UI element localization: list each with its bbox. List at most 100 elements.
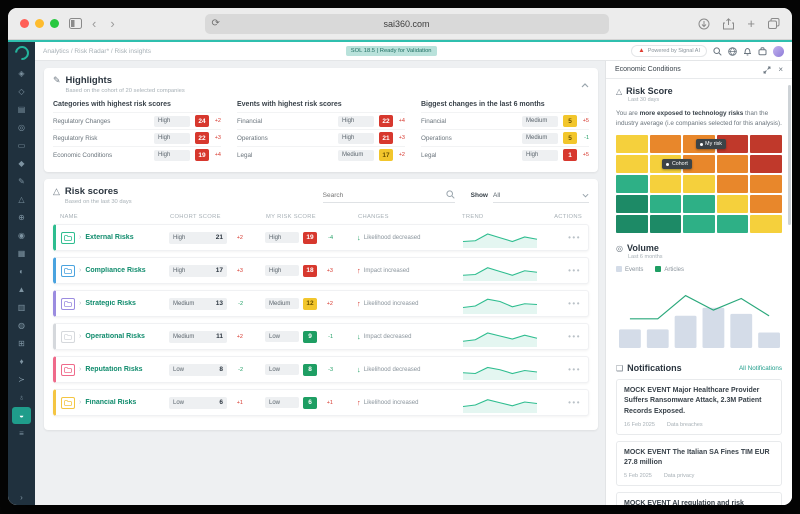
- nav-tag-icon[interactable]: ◇: [12, 83, 31, 100]
- maximize-window-button[interactable]: [50, 19, 59, 28]
- expand-row-chevron-icon[interactable]: ›: [79, 399, 81, 406]
- user-avatar[interactable]: [773, 45, 784, 57]
- nav-table-icon[interactable]: ⊞: [12, 335, 31, 352]
- heatmap-cell[interactable]: [750, 195, 782, 214]
- breadcrumb[interactable]: Analytics / Risk Radar* / Risk insights: [43, 48, 151, 55]
- nav-card-icon[interactable]: ▭: [12, 137, 31, 154]
- nav-risk-icon[interactable]: △: [12, 191, 31, 208]
- heatmap-cell[interactable]: [750, 215, 782, 234]
- heatmap-cell[interactable]: [750, 155, 782, 174]
- tab-overview-icon[interactable]: [768, 18, 780, 29]
- nav-grid-icon[interactable]: ▦: [12, 245, 31, 262]
- close-window-button[interactable]: [20, 19, 29, 28]
- search-input[interactable]: [322, 191, 446, 199]
- heatmap-cell[interactable]: [649, 175, 682, 194]
- expand-row-chevron-icon[interactable]: ›: [79, 366, 81, 373]
- risk-name[interactable]: Strategic Risks: [85, 300, 136, 307]
- heatmap-cell[interactable]: [750, 135, 782, 154]
- search-icon[interactable]: [713, 46, 722, 56]
- heatmap-cell[interactable]: [716, 175, 749, 194]
- heatmap-cell[interactable]: [683, 215, 715, 234]
- nav-gem-icon[interactable]: ♦: [12, 353, 31, 370]
- expand-row-chevron-icon[interactable]: ›: [79, 234, 81, 241]
- nav-edit-icon[interactable]: ✎: [12, 173, 31, 190]
- risk-table-row[interactable]: › Financial Risks Low 6 +1 Low 6 +1 ↑ Likelihood …: [53, 389, 589, 416]
- nav-modules-icon[interactable]: ▤: [12, 101, 31, 118]
- risk-name[interactable]: Compliance Risks: [85, 267, 145, 274]
- risk-name[interactable]: External Risks: [85, 234, 133, 241]
- risk-table-row[interactable]: › Strategic Risks Medium 13 -2 Medium 12 +2 ↑ Lik…: [53, 290, 589, 317]
- risk-name[interactable]: Operational Risks: [85, 333, 145, 340]
- nav-target-icon[interactable]: ◎: [12, 119, 31, 136]
- nav-diamond-icon[interactable]: ◆: [12, 155, 31, 172]
- legend-events[interactable]: Events: [616, 266, 643, 273]
- nav-flow-icon[interactable]: ≻: [12, 371, 31, 388]
- row-actions-menu[interactable]: •••: [547, 365, 581, 374]
- row-actions-menu[interactable]: •••: [547, 266, 581, 275]
- heatmap-cell[interactable]: [683, 195, 715, 214]
- risk-table-row[interactable]: › Compliance Risks High 17 +3 High 18 +3 ↑ Impact…: [53, 257, 589, 284]
- heatmap-cell[interactable]: [716, 155, 749, 174]
- row-actions-menu[interactable]: •••: [547, 233, 581, 242]
- notification-card[interactable]: MOCK EVENT Major Healthcare Provider Suf…: [616, 379, 782, 435]
- expand-icon[interactable]: [763, 61, 771, 79]
- heatmap-cell[interactable]: [716, 195, 749, 214]
- nav-layers-icon[interactable]: ▥: [12, 299, 31, 316]
- close-icon[interactable]: ×: [778, 65, 783, 74]
- sidebar-toggle-icon[interactable]: [69, 18, 82, 29]
- sidebar-expand-chevron-icon[interactable]: ›: [20, 493, 23, 502]
- minimize-window-button[interactable]: [35, 19, 44, 28]
- nav-globe-icon[interactable]: ⊕: [12, 209, 31, 226]
- heatmap-cell[interactable]: [616, 195, 648, 214]
- new-tab-icon[interactable]: +: [747, 17, 755, 30]
- risk-table-row[interactable]: › Operational Risks Medium 11 +2 Low 9 -1 ↓ Impac…: [53, 323, 589, 350]
- nav-shield-icon[interactable]: ◐: [12, 263, 31, 280]
- search-magnifier-icon[interactable]: [446, 186, 455, 204]
- expand-row-chevron-icon[interactable]: ›: [79, 333, 81, 340]
- powered-by-pill[interactable]: ▲ Powered by Signal AI: [631, 45, 707, 57]
- risk-heatmap[interactable]: My risk Cohort: [616, 135, 782, 234]
- heatmap-cell[interactable]: [683, 175, 715, 194]
- heatmap-cell[interactable]: [750, 175, 782, 194]
- heatmap-cell[interactable]: [649, 215, 682, 234]
- reload-icon[interactable]: ⟳: [212, 18, 220, 29]
- forward-button[interactable]: ›: [110, 16, 114, 31]
- heatmap-cell[interactable]: [616, 175, 648, 194]
- nav-record-icon[interactable]: ◉: [12, 227, 31, 244]
- risk-table-row[interactable]: › Reputation Risks Low 8 -2 Low 8 -3 ↓ Likelihood…: [53, 356, 589, 383]
- collapse-chevron-icon[interactable]: [581, 75, 589, 93]
- heatmap-cell[interactable]: [649, 135, 682, 154]
- nav-alert-icon[interactable]: ▲: [12, 281, 31, 298]
- notifications-bell-icon[interactable]: [743, 47, 752, 56]
- row-actions-menu[interactable]: •••: [547, 332, 581, 341]
- row-actions-menu[interactable]: •••: [547, 398, 581, 407]
- row-actions-menu[interactable]: •••: [547, 299, 581, 308]
- downloads-icon[interactable]: [698, 18, 710, 30]
- share-icon[interactable]: [723, 17, 735, 30]
- back-button[interactable]: ‹: [92, 16, 96, 31]
- risk-name[interactable]: Reputation Risks: [85, 366, 142, 373]
- risk-name[interactable]: Financial Risks: [85, 399, 136, 406]
- show-filter-dropdown[interactable]: All: [493, 188, 589, 203]
- nav-network-icon[interactable]: ♁: [12, 389, 31, 406]
- heatmap-cell[interactable]: [616, 155, 648, 174]
- heatmap-cell[interactable]: [616, 215, 648, 234]
- heatmap-cell[interactable]: [649, 195, 682, 214]
- nav-disc-icon[interactable]: ◍: [12, 317, 31, 334]
- all-notifications-link[interactable]: All Notifications: [739, 365, 782, 372]
- briefcase-icon[interactable]: [758, 46, 767, 56]
- address-bar[interactable]: ⟳ sai360.com: [204, 13, 609, 34]
- expand-row-chevron-icon[interactable]: ›: [79, 300, 81, 307]
- notification-card[interactable]: MOCK EVENT The Italian SA Fines TIM EUR …: [616, 440, 782, 486]
- heatmap-cell[interactable]: [716, 215, 749, 234]
- notification-card[interactable]: MOCK EVENT AI regulation and risk manage…: [616, 491, 782, 505]
- heatmap-cell[interactable]: [616, 135, 648, 154]
- nav-compass-icon[interactable]: ◈: [12, 65, 31, 82]
- expand-row-chevron-icon[interactable]: ›: [79, 267, 81, 274]
- risk-table-row[interactable]: › External Risks High 21 +2 High 19 -4 ↓ Likeliho…: [53, 224, 589, 251]
- panel-scrollbar[interactable]: [788, 85, 791, 225]
- legend-articles[interactable]: Articles: [655, 266, 684, 273]
- nav-settings-icon[interactable]: ◒: [12, 406, 31, 424]
- nav-menu-icon[interactable]: ≡: [12, 425, 31, 442]
- globe-icon[interactable]: [728, 46, 737, 56]
